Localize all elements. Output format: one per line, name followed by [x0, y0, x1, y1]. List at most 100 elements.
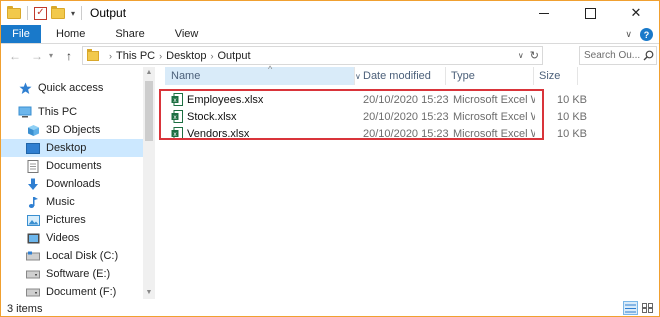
folder-icon[interactable] [7, 5, 21, 19]
nav-item-label: This PC [38, 106, 78, 118]
help-icon[interactable]: ? [640, 28, 653, 41]
nav-item-label: Music [46, 196, 75, 208]
details-view-icon[interactable] [623, 301, 638, 315]
address-bar[interactable]: › This PC › Desktop › Output ∨ ↻ [82, 46, 543, 65]
drive-icon [26, 268, 40, 280]
scroll-up-icon[interactable]: ▲ [143, 67, 155, 79]
chevron-right-icon[interactable]: › [159, 51, 162, 61]
search-icon[interactable] [640, 50, 656, 61]
nav-item-pictures[interactable]: Pictures [1, 211, 143, 229]
nav-item-label: Downloads [46, 178, 101, 190]
nav-item-label: 3D Objects [46, 124, 101, 136]
breadcrumb-this-pc[interactable]: This PC [116, 50, 155, 62]
drive-icon [26, 286, 40, 298]
customize-toolbar-icon[interactable]: ▾ [71, 9, 75, 18]
nav-item-label: Software (E:) [46, 268, 111, 280]
tab-share[interactable]: Share [100, 25, 159, 43]
close-button[interactable]: ✕ [613, 1, 659, 25]
recent-locations-button[interactable]: ▾ [45, 51, 57, 60]
address-row: ← → ▾ ↑ › This PC › Desktop › Output ∨ ↻… [1, 44, 659, 67]
separator [81, 6, 83, 20]
star-icon [18, 82, 32, 94]
column-header-label: Type [451, 70, 475, 82]
nav-item-label: Local Disk (C:) [46, 250, 119, 262]
chevron-down-icon[interactable]: ∨ [355, 72, 361, 81]
picture-icon [26, 214, 40, 226]
nav-item-downloads[interactable]: Downloads [1, 175, 143, 193]
nav-item-label: Desktop [46, 142, 87, 154]
nav-item-label: Videos [46, 232, 80, 244]
column-divider[interactable] [577, 67, 578, 85]
column-header-label: Name [171, 70, 201, 82]
nav-item-documents[interactable]: Documents [1, 157, 143, 175]
nav-item-videos[interactable]: Videos [1, 229, 143, 247]
selection-highlight-box [159, 89, 544, 140]
scroll-down-icon[interactable]: ▼ [143, 287, 155, 299]
chevron-right-icon[interactable]: › [109, 51, 112, 61]
nav-item-document-f[interactable]: Document (F:) [1, 283, 143, 301]
nav-item-label: Quick access [38, 82, 104, 94]
window-controls: ✕ [521, 1, 659, 25]
column-header-label: Date modified [363, 70, 431, 82]
properties-icon[interactable]: ✓ [34, 6, 47, 20]
window-title: Output [90, 6, 127, 20]
nav-item-desktop[interactable]: Desktop [1, 139, 143, 157]
refresh-icon[interactable]: ↻ [530, 49, 539, 62]
scrollbar-thumb[interactable] [145, 81, 153, 141]
nav-item-quick-access[interactable]: Quick access [1, 79, 143, 97]
expand-ribbon-icon[interactable]: ∨ [625, 29, 632, 40]
navigation-scrollbar[interactable]: ▲ ▼ [143, 67, 155, 299]
nav-item-music[interactable]: Music [1, 193, 143, 211]
column-divider[interactable] [533, 67, 534, 85]
music-icon [26, 196, 40, 208]
file-size: 10 KB [557, 110, 587, 123]
nav-item-3d-objects[interactable]: 3D Objects [1, 121, 143, 139]
back-button[interactable]: ← [7, 49, 23, 63]
download-icon [26, 178, 40, 190]
search-input[interactable]: Search Ou... [579, 46, 657, 65]
item-count: 3 items [7, 302, 43, 315]
cube-icon [26, 124, 40, 136]
column-header-label: Size [539, 70, 561, 82]
column-header-name[interactable]: Name ^ ∨ [165, 64, 361, 85]
video-icon [26, 232, 40, 244]
sort-ascending-icon: ^ [268, 64, 273, 74]
column-header-size[interactable]: Size [539, 67, 560, 85]
up-button[interactable]: ↑ [61, 49, 77, 63]
file-size: 10 KB [557, 93, 587, 106]
nav-item-this-pc[interactable]: This PC [1, 103, 143, 121]
column-header-date[interactable]: Date modified [361, 67, 431, 85]
address-history-icon[interactable]: ∨ [518, 51, 524, 60]
nav-item-software-e[interactable]: Software (E:) [1, 265, 143, 283]
nav-item-label: Documents [46, 160, 102, 172]
tab-file[interactable]: File [1, 25, 41, 43]
large-icons-view-icon[interactable] [640, 301, 655, 315]
separator [27, 6, 28, 20]
nav-item-local-disk-c[interactable]: Local Disk (C:) [1, 247, 143, 265]
column-divider[interactable] [445, 67, 446, 85]
minimize-button[interactable] [521, 1, 567, 25]
maximize-button[interactable] [567, 1, 613, 25]
title-bar: ✓ ▾ Output ✕ [1, 1, 659, 25]
ribbon-right: ∨ ? [625, 25, 653, 44]
new-folder-icon[interactable] [51, 5, 65, 19]
computer-icon [18, 106, 32, 118]
document-icon [26, 159, 40, 173]
drive-icon [26, 250, 40, 262]
nav-item-label: Document (F:) [46, 286, 117, 298]
nav-item-label: Pictures [46, 214, 86, 226]
breadcrumb-output[interactable]: Output [217, 50, 250, 62]
column-header-type[interactable]: Type [451, 67, 475, 85]
tab-home[interactable]: Home [41, 25, 100, 43]
explorer-window: ✓ ▾ Output ✕ File Home Share View ∨ ? ← … [0, 0, 660, 317]
breadcrumb-desktop[interactable]: Desktop [166, 50, 206, 62]
desktop-icon [26, 142, 40, 154]
tab-view[interactable]: View [160, 25, 214, 43]
forward-button[interactable]: → [29, 49, 45, 63]
chevron-right-icon[interactable]: › [210, 51, 213, 61]
ribbon-tabs: File Home Share View ∨ ? [1, 25, 659, 44]
file-size: 10 KB [557, 127, 587, 140]
view-toggle [623, 301, 655, 315]
quick-access-toolbar: ✓ ▾ [7, 5, 84, 20]
address-actions: ∨ ↻ [518, 47, 539, 64]
